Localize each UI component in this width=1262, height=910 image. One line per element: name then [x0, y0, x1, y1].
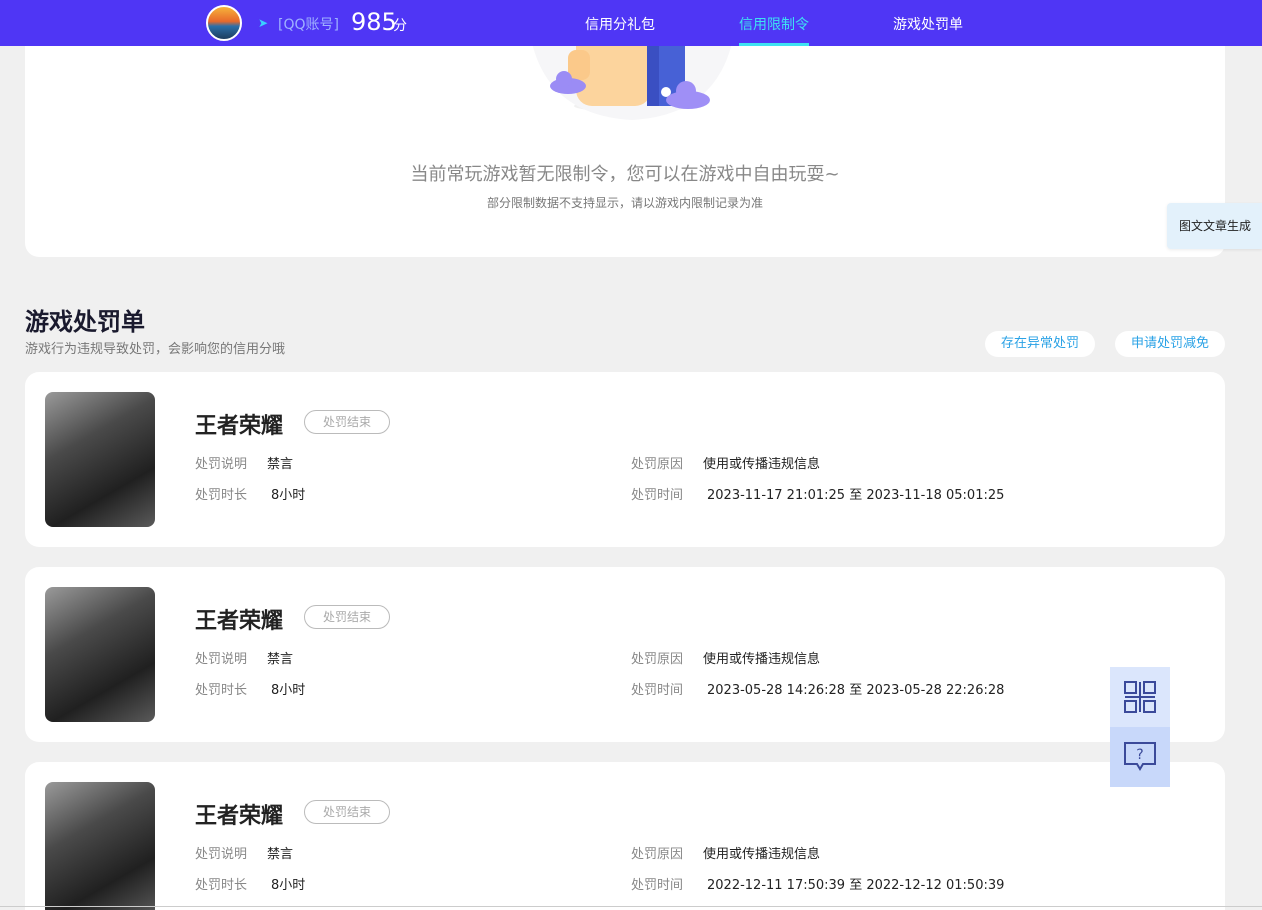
time-label: 处罚时间 [631, 488, 684, 503]
reason-value: 使用或传播违规信息 [703, 457, 821, 472]
desc-value: 禁言 [267, 652, 294, 667]
reason-label: 处罚原因 [631, 652, 684, 667]
desc-label: 处罚说明 [195, 652, 248, 667]
qr-code-button[interactable] [1110, 667, 1170, 727]
nav-credit-gift[interactable]: 信用分礼包 [585, 14, 655, 34]
game-thumbnail [45, 392, 155, 527]
nav-credit-restriction[interactable]: 信用限制令 [739, 14, 809, 34]
duration-value: 8小时 [271, 878, 306, 893]
duration-value: 8小时 [271, 683, 306, 698]
desc-value: 禁言 [267, 847, 294, 862]
no-restriction-message: 当前常玩游戏暂无限制令，您可以在游戏中自由玩耍~ [410, 164, 840, 185]
status-badge: 处罚结束 [304, 800, 390, 824]
page-bottom-divider [0, 906, 1262, 907]
help-button[interactable]: ? [1110, 727, 1170, 787]
game-name: 王者荣耀 [195, 414, 284, 439]
user-avatar[interactable] [206, 5, 242, 41]
game-thumbnail [45, 782, 155, 910]
nav-active-indicator [739, 43, 809, 46]
article-generate-tab[interactable]: 图文文章生成 [1167, 203, 1262, 249]
reason-value: 使用或传播违规信息 [703, 652, 821, 667]
account-label: [QQ账号] [278, 17, 339, 33]
desc-label: 处罚说明 [195, 457, 248, 472]
game-name: 王者荣耀 [195, 609, 284, 634]
score-unit: 分 [393, 18, 407, 34]
duration-label: 处罚时长 [195, 488, 248, 503]
time-value: 2023-11-17 21:01:25 至 2023-11-18 05:01:2… [707, 488, 1005, 503]
restriction-note: 部分限制数据不支持显示，请以游戏内限制记录为准 [486, 196, 763, 210]
status-badge: 处罚结束 [304, 605, 390, 629]
section-subtitle: 游戏行为违规导致处罚，会影响您的信用分哦 [25, 342, 286, 357]
reason-value: 使用或传播违规信息 [703, 847, 821, 862]
apply-reduction-button[interactable]: 申请处罚减免 [1115, 331, 1225, 357]
reason-label: 处罚原因 [631, 457, 684, 472]
punishment-card: 王者荣耀 处罚结束 处罚说明 禁言 处罚时长 8小时 处罚原因 使用或传播违规信… [25, 762, 1225, 910]
help-chat-icon: ? [1124, 742, 1156, 771]
time-value: 2022-12-11 17:50:39 至 2022-12-12 01:50:3… [707, 878, 1005, 893]
desc-label: 处罚说明 [195, 847, 248, 862]
section-title: 游戏处罚单 [25, 308, 145, 336]
top-navbar: ➤ [QQ账号] 985 分 信用分礼包 信用限制令 游戏处罚单 [0, 0, 1262, 46]
qq-icon: ➤ [258, 16, 269, 30]
duration-label: 处罚时长 [195, 683, 248, 698]
time-label: 处罚时间 [631, 683, 684, 698]
duration-value: 8小时 [271, 488, 306, 503]
nav-game-punishment[interactable]: 游戏处罚单 [893, 14, 963, 34]
qr-code-icon [1124, 681, 1156, 713]
credit-score: 985 [351, 8, 397, 36]
svg-text:?: ? [1136, 747, 1143, 763]
punishment-card: 王者荣耀 处罚结束 处罚说明 禁言 处罚时长 8小时 处罚原因 使用或传播违规信… [25, 567, 1225, 742]
duration-label: 处罚时长 [195, 878, 248, 893]
status-badge: 处罚结束 [304, 410, 390, 434]
game-thumbnail [45, 587, 155, 722]
desc-value: 禁言 [267, 457, 294, 472]
time-label: 处罚时间 [631, 878, 684, 893]
report-abnormal-button[interactable]: 存在异常处罚 [985, 331, 1095, 357]
punishment-card: 王者荣耀 处罚结束 处罚说明 禁言 处罚时长 8小时 处罚原因 使用或传播违规信… [25, 372, 1225, 547]
time-value: 2023-05-28 14:26:28 至 2023-05-28 22:26:2… [707, 683, 1005, 698]
game-name: 王者荣耀 [195, 804, 284, 829]
reason-label: 处罚原因 [631, 847, 684, 862]
